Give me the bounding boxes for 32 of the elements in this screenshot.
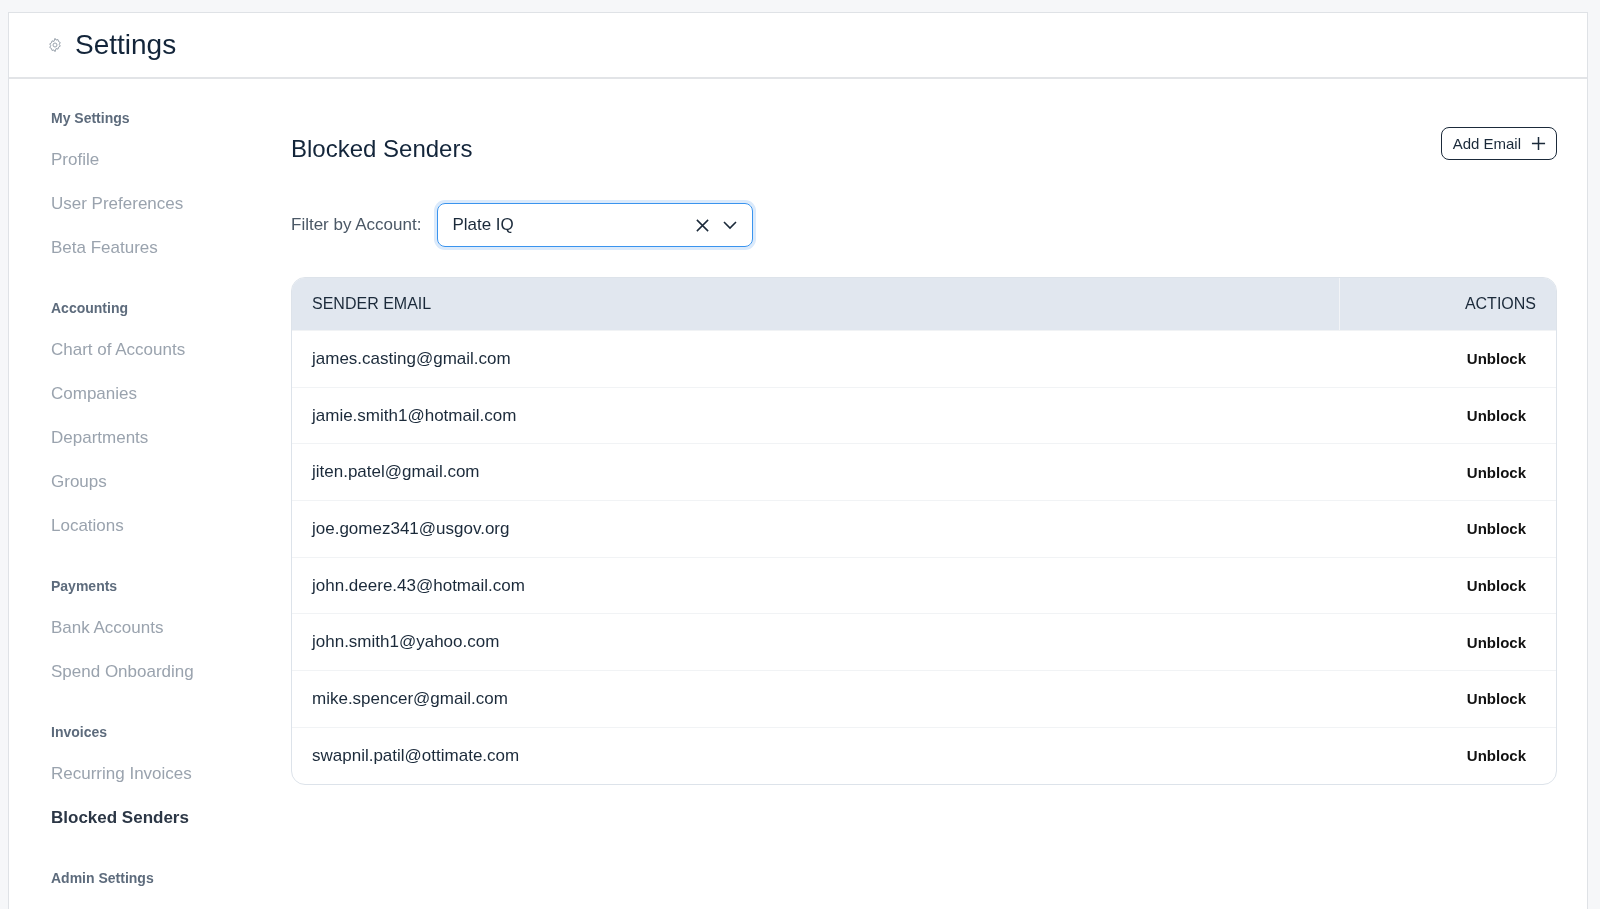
column-header: ACTIONS <box>1463 295 1537 313</box>
unblock-link[interactable]: Unblock <box>1466 633 1526 651</box>
email-cell: mike.spencer@gmail.com <box>312 688 508 709</box>
unblock-link[interactable]: Unblock <box>1466 350 1526 368</box>
email-cell: swapnil.patil@ottimate.com <box>312 745 520 766</box>
add-email-button[interactable]: Add Email <box>1440 126 1557 160</box>
email-cell: john.deere.43@hotmail.com <box>312 575 525 596</box>
account-select[interactable]: Plate IQ <box>437 203 754 247</box>
unblock-link[interactable]: Unblock <box>1466 407 1526 425</box>
sidebar-item[interactable]: Blocked Senders <box>51 796 291 840</box>
unblock-link[interactable]: Unblock <box>1466 690 1526 708</box>
page-title: Settings <box>75 29 177 61</box>
section-heading: Accounting <box>51 299 129 318</box>
section-heading: Invoices <box>51 723 109 742</box>
email-cell: jamie.smith1@hotmail.com <box>312 405 517 426</box>
section-title: Blocked Senders <box>291 135 473 163</box>
section-heading: Admin Settings <box>51 869 155 888</box>
column-header: SENDER EMAIL <box>292 278 1340 330</box>
unblock-link[interactable]: Unblock <box>1466 577 1526 595</box>
filter-label: Filter by Account: <box>291 215 422 235</box>
unblock-link[interactable]: Unblock <box>1466 747 1526 765</box>
plus-icon <box>1531 135 1546 151</box>
clear-icon[interactable] <box>695 217 711 233</box>
email-cell: john.smith1@yahoo.com <box>312 632 500 653</box>
email-cell: jiten.patel@gmail.com <box>312 462 480 483</box>
unblock-link[interactable]: Unblock <box>1466 520 1526 538</box>
section-heading: Payments <box>51 577 119 596</box>
email-cell: james.casting@gmail.com <box>312 348 511 369</box>
email-cell: joe.gomez341@usgov.org <box>312 518 510 539</box>
section-heading: My Settings <box>51 109 131 128</box>
unblock-link[interactable]: Unblock <box>1466 463 1526 481</box>
gear-icon <box>47 37 63 53</box>
